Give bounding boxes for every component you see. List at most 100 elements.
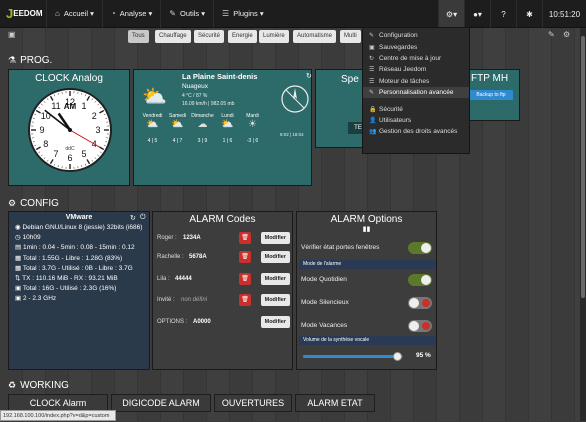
nav-analyse[interactable]: ◔Analyse ▾ — [102, 0, 160, 28]
code-row-rachelle: Rachelle : 5678A 🗑 Modifier — [153, 251, 294, 265]
pencil-icon: ✎ — [369, 89, 377, 96]
mode-quotidien-toggle[interactable] — [408, 274, 432, 286]
menu-utilisateurs[interactable]: 👤Utilisateurs — [363, 115, 469, 126]
tab-digicode-alarm[interactable]: DIGICODE ALARM — [111, 394, 211, 412]
tab-alarm-etat[interactable]: ALARM ETAT — [295, 394, 375, 412]
menu-mise-a-jour[interactable]: ↻Centre de mise à jour — [363, 53, 469, 64]
nav-outils[interactable]: ✎Outils ▾ — [160, 0, 213, 28]
refresh-icon: ↻ — [369, 55, 377, 62]
edit-icon[interactable]: ✎ — [548, 30, 555, 39]
top-navbar: JEEDOM ⌂Accueil ▾ ◔Analyse ▾ ✎Outils ▾ ☰… — [0, 0, 586, 28]
modify-button[interactable]: Modifier — [261, 232, 290, 244]
verify-doors-label: Vérifier état portes fenêtres — [301, 244, 379, 251]
menu-personnalisation[interactable]: ✎Personnalisation avancée — [363, 87, 469, 98]
clock-title: CLOCK Analog — [9, 70, 129, 84]
filter-tous[interactable]: Tous — [128, 30, 149, 43]
config-memory: ▦ Total : 1.55G - Libre : 1.28G (83%) — [9, 254, 149, 264]
weather-temp: 4 °C / 87 % — [182, 93, 207, 99]
verify-doors-toggle[interactable] — [408, 242, 432, 254]
code-row-options: OPTIONS : A0000 Modifier — [153, 316, 294, 330]
clock-number: 10 — [41, 111, 51, 121]
refresh-icon[interactable]: ↻ — [306, 72, 312, 80]
clock-number: 2 — [92, 111, 97, 121]
doors-icon: ▮▮ — [297, 225, 436, 233]
dashboard-icon: ◔ — [111, 9, 116, 18]
vmware-title: VMware — [9, 212, 149, 221]
forecast-day: Samedi⛅4 | 7 — [165, 113, 190, 144]
swap-icon: ▦ — [15, 265, 23, 272]
gears-icon: ⚙▾ — [446, 10, 457, 19]
filter-lumiere[interactable]: Lumière — [259, 30, 289, 43]
speedtest-title: Spe — [341, 74, 359, 85]
jeedom-logo[interactable]: JEEDOM — [0, 0, 46, 28]
category-toolbar: ▣ Tous Chauffage Sécurité Energie Lumièr… — [0, 30, 586, 44]
modify-button[interactable]: Modifier — [261, 316, 290, 328]
menu-reseau[interactable]: ☰Réseau Jeedom — [363, 64, 469, 75]
weather-city: La Plaine Saint-denis — [182, 72, 257, 81]
forecast-day: Mardi☀-3 | 6 — [240, 113, 265, 144]
cloud-icon: ☁ — [190, 119, 215, 130]
user-icon: ●▾ — [473, 10, 482, 19]
menu-sauvegardes[interactable]: ▣Sauvegardes — [363, 41, 469, 52]
weather-condition: Nuageux — [182, 83, 208, 90]
clock-number: 3 — [95, 125, 100, 135]
volume-slider-fill — [303, 355, 398, 358]
speedtest-widget: Spe TE — [315, 69, 369, 148]
menu-moteur-taches[interactable]: ☰Moteur de tâches — [363, 76, 469, 87]
settings-icon[interactable]: ⚙ — [563, 30, 570, 39]
menu-configuration[interactable]: ✎Configuration — [363, 30, 469, 41]
volume-slider-handle[interactable] — [393, 352, 402, 361]
filter-securite[interactable]: Sécurité — [194, 30, 224, 43]
modify-button[interactable]: Modifier — [261, 273, 290, 285]
mode-vacances-toggle[interactable] — [408, 320, 432, 332]
clock-am-label: AM — [64, 102, 77, 111]
volume-slider-track[interactable] — [303, 355, 403, 358]
menu-droits[interactable]: 👥Gestion des droits avancés — [363, 126, 469, 137]
mode-header: Mode de l'alarme — [299, 260, 436, 269]
image-icon[interactable]: ▣ — [8, 30, 16, 39]
delete-button[interactable]: 🗑 — [239, 251, 251, 263]
power-icon[interactable]: ⏻ — [140, 214, 146, 222]
lock-icon: 🔒 — [369, 106, 377, 113]
scrollbar-thumb[interactable] — [581, 36, 585, 298]
mode-silencieux-label: Mode Silencieux — [301, 299, 349, 306]
settings-menu-button[interactable]: ⚙▾ — [438, 0, 464, 28]
delete-button[interactable]: 🗑 — [239, 273, 251, 285]
menu-securite[interactable]: 🔒Sécurité — [363, 103, 469, 114]
clock-number: 7 — [53, 149, 58, 159]
clock-number: 9 — [39, 125, 44, 135]
volume-header: Volume de la synthèse vocale — [299, 336, 436, 345]
help-button[interactable]: ? — [490, 0, 516, 28]
modify-button[interactable]: Modifier — [261, 294, 290, 306]
clock-widget: CLOCK Analog 123456789101112 AM ddC — [8, 69, 130, 186]
clock-brand: ddC — [65, 146, 75, 152]
user-menu-button[interactable]: ●▾ — [464, 0, 490, 28]
analog-clock: 123456789101112 AM ddC — [27, 87, 113, 173]
tab-ouvertures[interactable]: OUVERTURES — [214, 394, 292, 412]
section-config: ⚙CONFIG — [8, 198, 59, 209]
disk-icon: ▣ — [15, 285, 23, 292]
filter-energie[interactable]: Energie — [228, 30, 257, 43]
alarm-codes-title: ALARM Codes — [153, 212, 292, 225]
load-icon: ▤ — [15, 244, 23, 251]
config-load: ▤ 1min : 0.04 - 5min : 0.08 - 15min : 0.… — [9, 243, 149, 253]
nav-accueil[interactable]: ⌂Accueil ▾ — [46, 0, 102, 28]
modify-button[interactable]: Modifier — [261, 251, 290, 263]
filter-chauffage[interactable]: Chauffage — [155, 30, 191, 43]
code-row-invite: Invité : non défini 🗑 Modifier — [153, 294, 294, 308]
refresh-icon[interactable]: ↻ — [130, 214, 136, 222]
filter-multi[interactable]: Multi — [340, 30, 361, 43]
mode-silencieux-toggle[interactable] — [408, 297, 432, 309]
backup-ftp-button[interactable]: Backup to ftp — [469, 90, 513, 100]
delete-button[interactable]: 🗑 — [239, 294, 251, 306]
delete-button[interactable]: 🗑 — [239, 232, 251, 244]
compass-icon — [280, 84, 310, 114]
filter-automatisme[interactable]: Automatisme — [293, 30, 336, 43]
weather-widget: La Plaine Saint-denis ↻ ⛅ Nuageux 4 °C /… — [133, 69, 312, 186]
cloud-sun-icon: ⛅ — [142, 84, 167, 109]
cloud-sun-icon: ⛅ — [215, 119, 240, 130]
nav-plugins[interactable]: ☰Plugins ▾ — [213, 0, 272, 28]
tasks-icon: ☰ — [369, 78, 377, 85]
bug-button[interactable]: ✱ — [516, 0, 542, 28]
flask-icon: ⚗ — [8, 55, 16, 66]
